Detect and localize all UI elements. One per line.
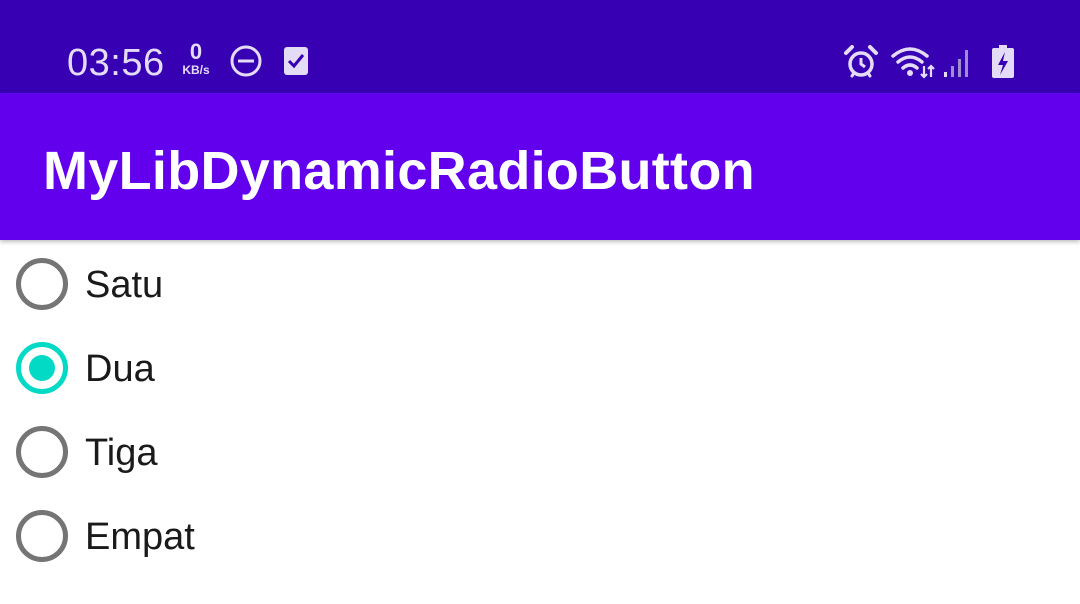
status-bar: 03:56 0 KB/s (0, 0, 1080, 93)
radio-label: Dua (85, 348, 155, 390)
radio-unchecked-icon[interactable] (16, 510, 68, 562)
radio-label: Tiga (85, 432, 158, 474)
radio-unchecked-icon[interactable] (16, 426, 68, 478)
network-speed-value: 0 (189, 39, 203, 64)
status-time: 03:56 (67, 42, 165, 84)
wifi-icon (890, 44, 936, 85)
radio-unchecked-icon[interactable] (16, 258, 68, 310)
network-speed-indicator: 0 KB/s (176, 41, 216, 83)
radio-label: Satu (85, 264, 164, 306)
radio-selected-dot (29, 355, 55, 381)
radio-checked-icon[interactable] (16, 342, 68, 394)
radio-label: Empat (85, 516, 195, 558)
alarm-icon (843, 44, 879, 85)
app-title: MyLibDynamicRadioButton (43, 141, 755, 201)
radio-option-satu[interactable]: Satu (0, 242, 600, 326)
checklist-app-icon (282, 44, 310, 83)
battery-charging-icon (989, 44, 1017, 85)
signal-icon (942, 44, 972, 85)
dnd-icon (229, 44, 263, 83)
radio-option-empat[interactable]: Empat (0, 494, 600, 578)
radio-option-tiga[interactable]: Tiga (0, 410, 600, 494)
radio-option-dua[interactable]: Dua (0, 326, 600, 410)
network-speed-unit: KB/s (182, 63, 210, 77)
